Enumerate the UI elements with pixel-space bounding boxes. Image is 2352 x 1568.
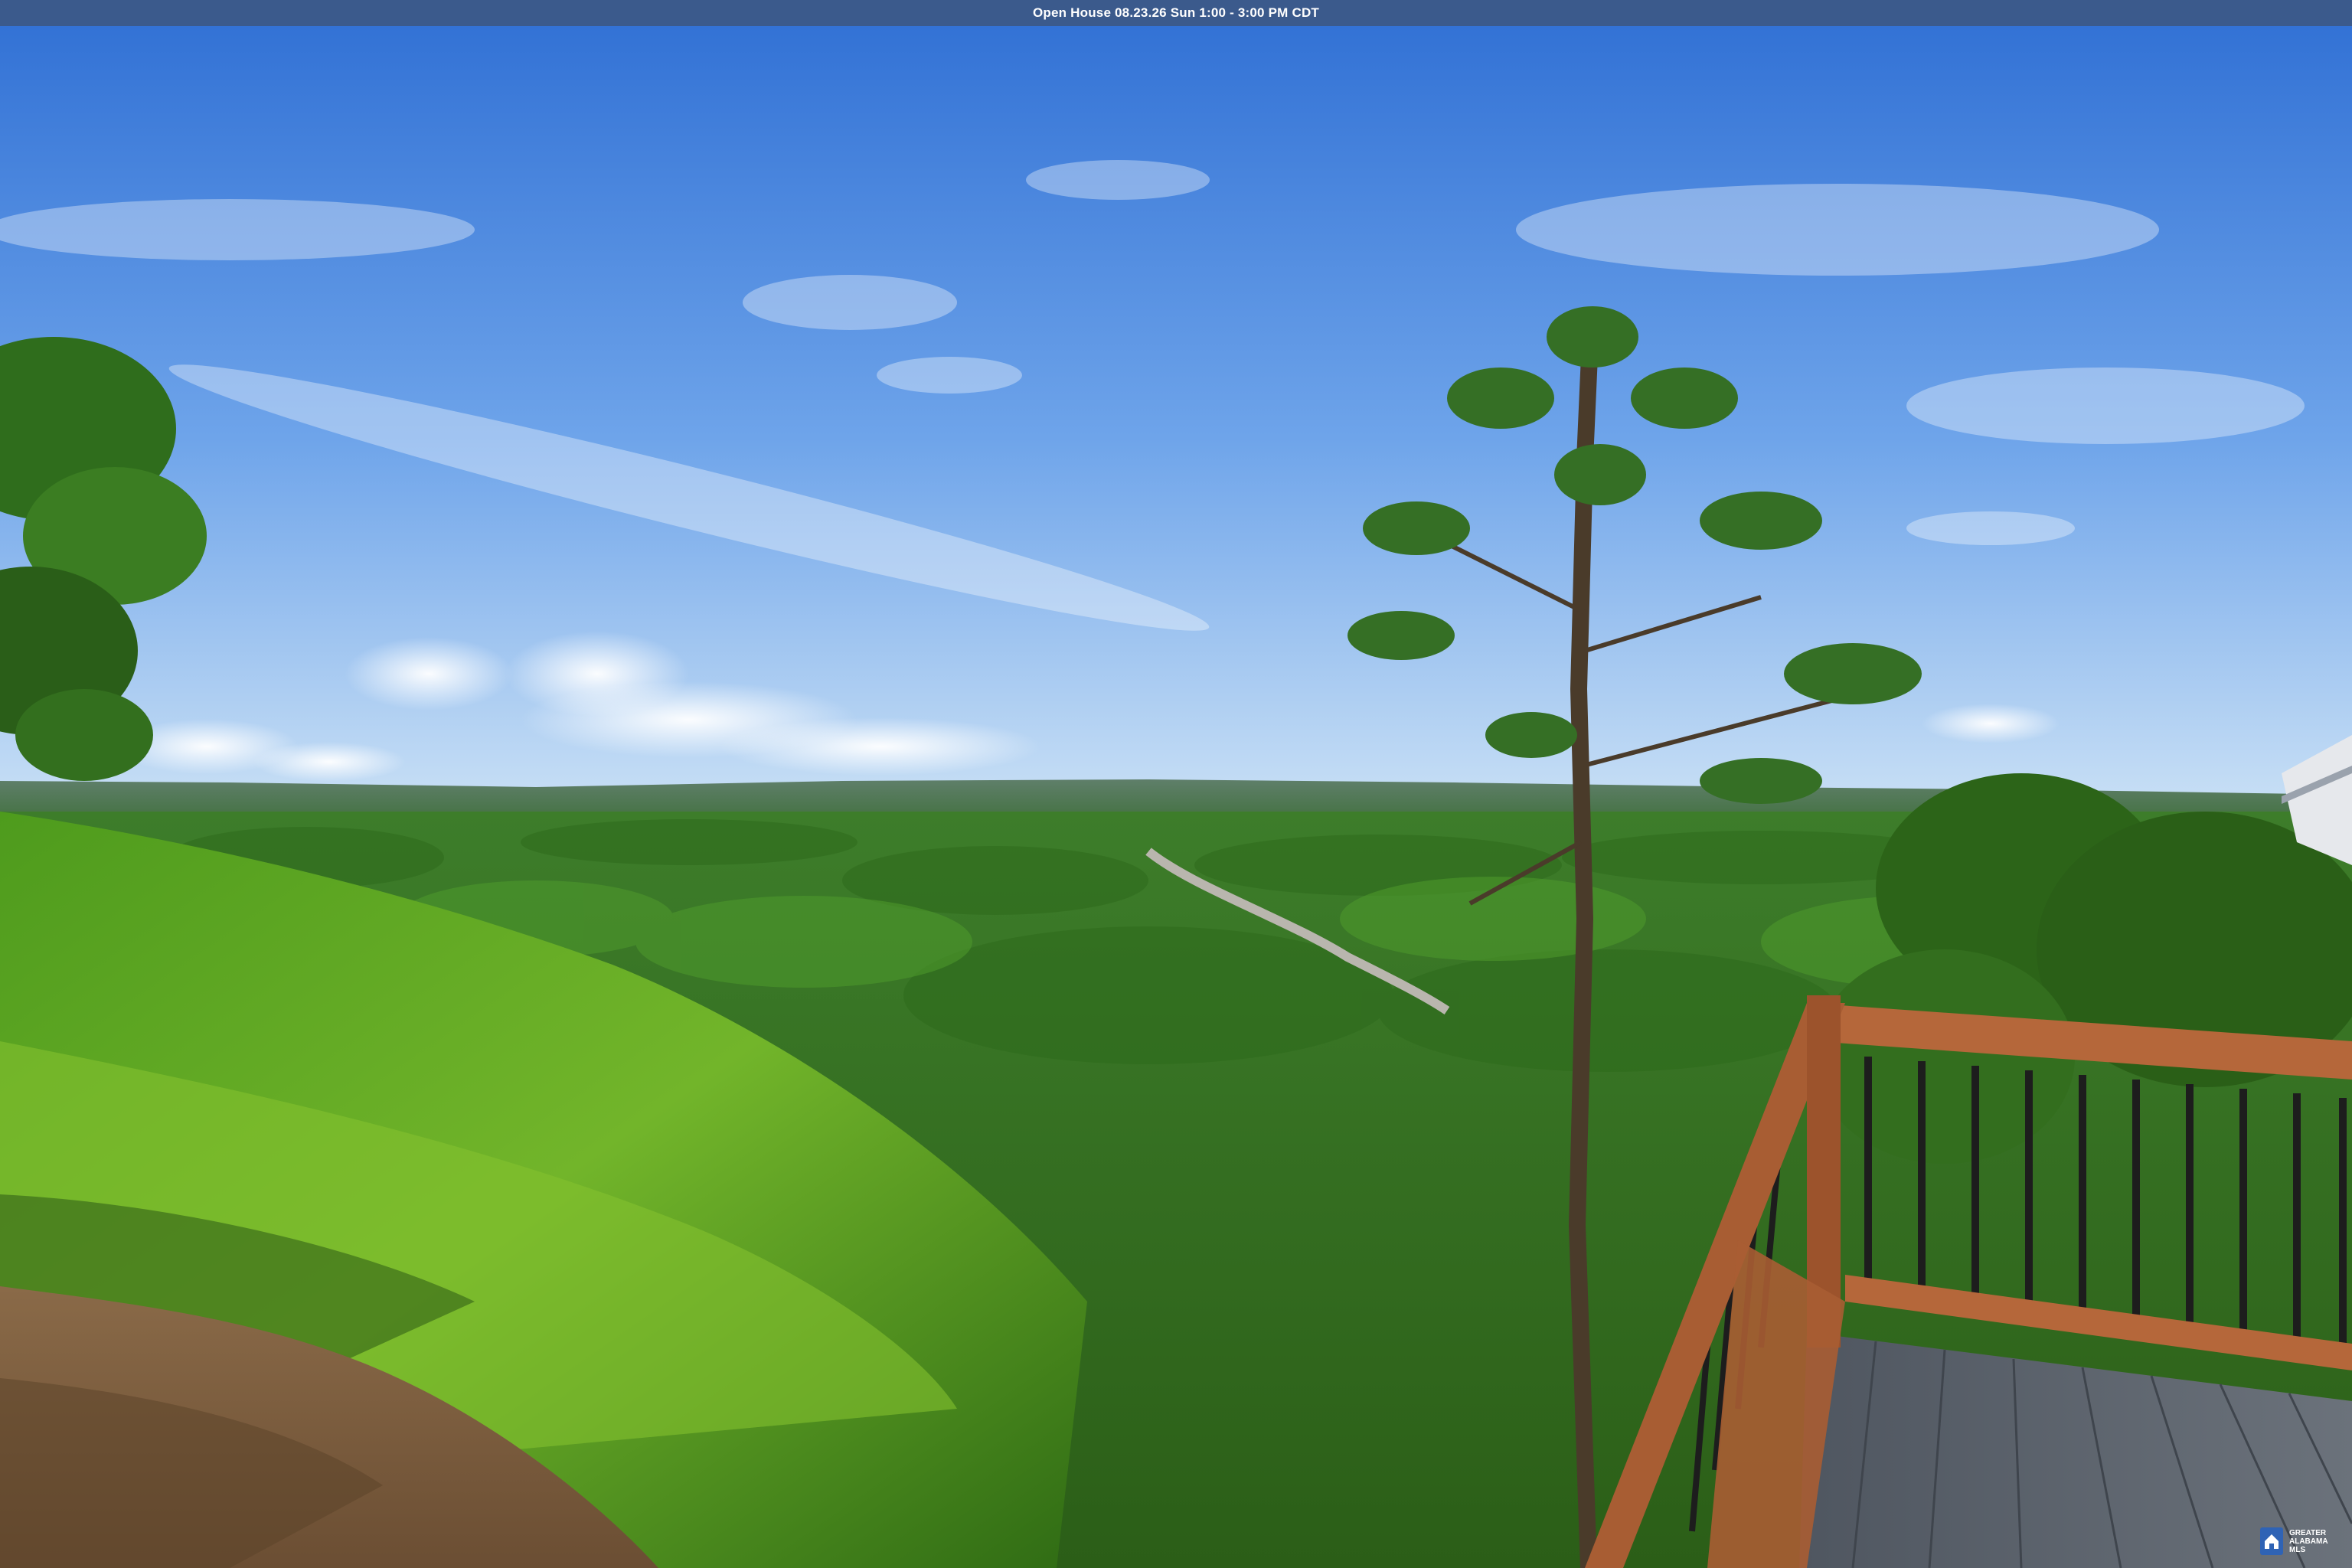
- mls-watermark-text: GREATER ALABAMA MLS: [2289, 1529, 2328, 1554]
- house-logo-icon: [2260, 1527, 2283, 1555]
- mls-line-3: MLS: [2289, 1545, 2306, 1554]
- mls-line-1: GREATER: [2289, 1528, 2327, 1537]
- open-house-banner: Open House 08.23.26 Sun 1:00 - 3:00 PM C…: [0, 0, 2352, 26]
- open-house-text: Open House 08.23.26 Sun 1:00 - 3:00 PM C…: [1032, 5, 1320, 20]
- landscape-photo: [0, 0, 2352, 1568]
- mls-watermark: GREATER ALABAMA MLS: [2259, 1522, 2338, 1560]
- photo-stage: Open House 08.23.26 Sun 1:00 - 3:00 PM C…: [0, 0, 2352, 1568]
- mls-line-2: ALABAMA: [2289, 1537, 2328, 1546]
